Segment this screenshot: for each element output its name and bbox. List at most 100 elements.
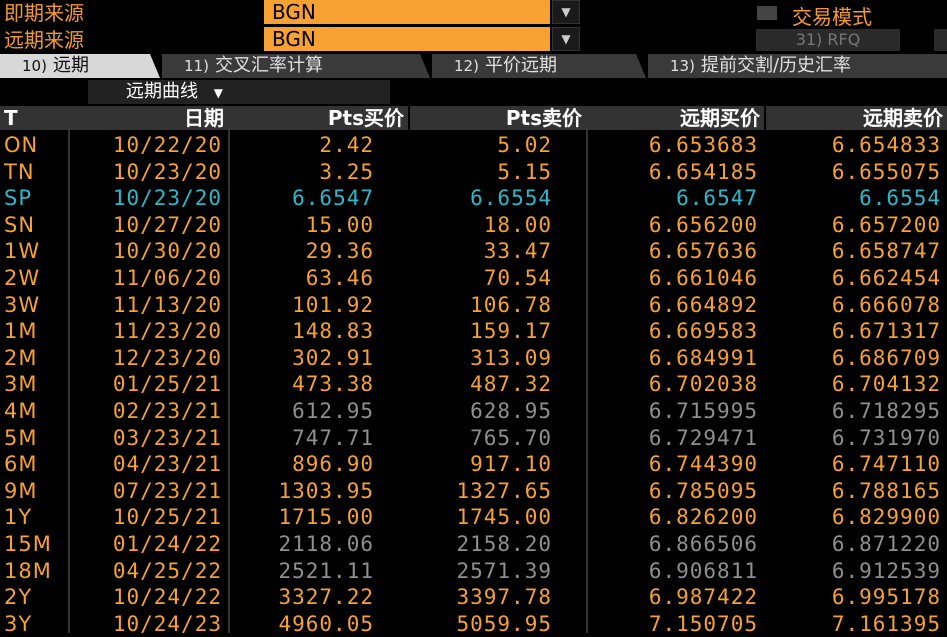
date-cell: 10/23/20 <box>112 159 222 184</box>
pts-bid-cell: 2521.11 <box>278 558 374 583</box>
column-header-date[interactable]: 日期 <box>70 106 228 130</box>
pts-bid-cell: 63.46 <box>305 266 374 290</box>
fwd-bid-cell: 6.785095 <box>648 478 758 503</box>
pts-ask-cell: 159.17 <box>470 319 552 344</box>
fwd-bid-cell: 6.744390 <box>648 452 758 477</box>
date-cell: 10/24/22 <box>112 585 222 610</box>
tenor-cell: 1M <box>4 319 38 344</box>
table-row[interactable]: 6M 04/23/21 896.90 917.10 6.744390 6.747110 <box>0 451 947 478</box>
table-row[interactable]: 9M 07/23/21 1303.95 1327.65 6.785095 6.788165 <box>0 478 947 505</box>
fwd-source-dropdown-arrow[interactable]: ▼ <box>552 27 580 51</box>
fwd-bid-cell: 6.866506 <box>648 532 758 556</box>
fwd-ask-cell: 6.718295 <box>831 399 941 423</box>
pts-bid-cell: 6.6547 <box>292 186 374 211</box>
fwd-bid-cell: 6.669583 <box>648 319 758 344</box>
pts-ask-cell: 765.70 <box>470 425 552 450</box>
date-cell: 04/23/21 <box>112 452 222 477</box>
table-row[interactable]: 18M 04/25/22 2521.11 2571.39 6.906811 6.91253… <box>0 558 947 585</box>
extra-button[interactable] <box>934 29 947 51</box>
rfq-button[interactable]: 31) RFQ <box>756 29 900 51</box>
table-row[interactable]: 15M 01/24/22 2118.06 2158.20 6.866506 6.87122… <box>0 531 947 558</box>
pts-ask-cell: 5059.95 <box>456 611 552 636</box>
date-cell: 02/23/21 <box>112 399 222 423</box>
tenor-cell: 5M <box>4 425 38 450</box>
fwd-ask-cell: 6.912539 <box>831 558 941 583</box>
pts-ask-cell: 33.47 <box>483 239 552 264</box>
pts-bid-cell: 148.83 <box>292 319 374 344</box>
fwd-ask-cell: 6.871220 <box>831 532 941 556</box>
tenor-cell: SP <box>4 186 32 211</box>
tenor-cell: 2W <box>4 266 41 290</box>
pts-ask-cell: 106.78 <box>470 292 552 317</box>
date-cell: 10/25/21 <box>112 505 222 530</box>
tab-cross-rate[interactable]: 11) 交叉汇率计算 <box>162 54 430 78</box>
pts-ask-cell: 1327.65 <box>456 478 552 503</box>
tenor-cell: SN <box>4 212 36 237</box>
table-row[interactable]: 2Y 10/24/22 3327.22 3397.78 6.987422 6.995178 <box>0 584 947 611</box>
fwd-bid-cell: 7.150705 <box>648 611 758 636</box>
fwd-source-dropdown[interactable]: BGN <box>264 27 550 51</box>
column-header-pts-ask[interactable]: Pts卖价 <box>410 106 586 130</box>
chevron-down-icon: ▼ <box>213 86 223 100</box>
table-row[interactable]: ON 10/22/20 2.42 5.02 6.653683 6.654833 <box>0 132 947 159</box>
date-cell: 10/23/20 <box>112 186 222 211</box>
pts-ask-cell: 2158.20 <box>456 532 552 556</box>
tenor-cell: 3M <box>4 372 38 397</box>
tenor-cell: 1Y <box>4 505 33 530</box>
table-row[interactable]: 1M 11/23/20 148.83 159.17 6.669583 6.671317 <box>0 318 947 345</box>
table-row[interactable]: 1Y 10/25/21 1715.00 1745.00 6.826200 6.829900 <box>0 504 947 531</box>
table-row[interactable]: 3Y 10/24/23 4960.05 5059.95 7.150705 7.161395 <box>0 611 947 637</box>
fwd-ask-cell: 6.704132 <box>831 372 941 397</box>
fwd-ask-cell: 6.747110 <box>831 452 941 477</box>
forward-curve-select[interactable]: 远期曲线 ▼ <box>88 80 390 104</box>
pts-ask-cell: 1745.00 <box>456 505 552 530</box>
fwd-ask-cell: 6.662454 <box>831 266 941 290</box>
table-row[interactable]: SP 10/23/20 6.6547 6.6554 6.6547 6.6554 <box>0 185 947 212</box>
tab-number: 13) <box>670 57 695 75</box>
table-row[interactable]: 1W 10/30/20 29.36 33.47 6.657636 6.658747 <box>0 238 947 265</box>
tab-label: 交叉汇率计算 <box>214 55 323 76</box>
tab-par-forward[interactable]: 12) 平价远期 <box>432 54 646 78</box>
trade-mode-checkbox[interactable] <box>757 6 777 20</box>
fwd-bid-cell: 6.987422 <box>648 585 758 610</box>
table-row[interactable]: TN 10/23/20 3.25 5.15 6.654185 6.655075 <box>0 159 947 186</box>
column-header-fwd-ask[interactable]: 远期卖价 <box>766 106 947 130</box>
fwd-ask-cell: 6.788165 <box>831 478 941 503</box>
table-row[interactable]: 2W 11/06/20 63.46 70.54 6.661046 6.662454 <box>0 265 947 292</box>
tab-early-delivery[interactable]: 13) 提前交割/历史汇率 <box>648 54 947 78</box>
column-header-tenor[interactable]: T <box>0 106 68 130</box>
pts-bid-cell: 302.91 <box>292 345 374 370</box>
tenor-cell: 4M <box>4 399 38 423</box>
fwd-bid-cell: 6.729471 <box>648 425 758 450</box>
tab-forward[interactable]: 10) 远期 <box>0 54 160 78</box>
pts-ask-cell: 6.6554 <box>470 186 552 211</box>
tab-label: 远期 <box>52 55 89 76</box>
spot-source-dropdown-arrow[interactable]: ▼ <box>552 0 580 24</box>
fwd-bid-cell: 6.653683 <box>648 133 758 157</box>
date-cell: 12/23/20 <box>112 345 222 370</box>
table-row[interactable]: SN 10/27/20 15.00 18.00 6.656200 6.657200 <box>0 212 947 239</box>
fwd-bid-cell: 6.6547 <box>676 186 758 211</box>
column-divider <box>68 106 70 633</box>
fwd-bid-cell: 6.906811 <box>648 558 758 583</box>
table-row[interactable]: 4M 02/23/21 612.95 628.95 6.715995 6.718295 <box>0 398 947 425</box>
tab-number: 11) <box>184 57 209 75</box>
fwd-ask-cell: 6.671317 <box>831 319 941 344</box>
table-row[interactable]: 3W 11/13/20 101.92 106.78 6.664892 6.666078 <box>0 292 947 319</box>
pts-ask-cell: 487.32 <box>470 372 552 397</box>
forward-curve-label: 远期曲线 <box>126 81 198 102</box>
spot-source-dropdown[interactable]: BGN <box>264 0 550 24</box>
column-header-fwd-bid[interactable]: 远期买价 <box>588 106 764 130</box>
table-row[interactable]: 2M 12/23/20 302.91 313.09 6.684991 6.686709 <box>0 345 947 372</box>
pts-ask-cell: 5.15 <box>497 159 552 184</box>
column-header-pts-bid[interactable]: Pts买价 <box>230 106 408 130</box>
fwd-bid-cell: 6.684991 <box>648 345 758 370</box>
fwd-bid-cell: 6.826200 <box>648 505 758 530</box>
table-row[interactable]: 5M 03/23/21 747.71 765.70 6.729471 6.731970 <box>0 425 947 452</box>
date-cell: 10/27/20 <box>112 212 222 237</box>
date-cell: 10/30/20 <box>112 239 222 264</box>
pts-bid-cell: 1715.00 <box>278 505 374 530</box>
tenor-cell: 9M <box>4 478 38 503</box>
table-row[interactable]: 3M 01/25/21 473.38 487.32 6.702038 6.704132 <box>0 371 947 398</box>
pts-bid-cell: 101.92 <box>292 292 374 317</box>
